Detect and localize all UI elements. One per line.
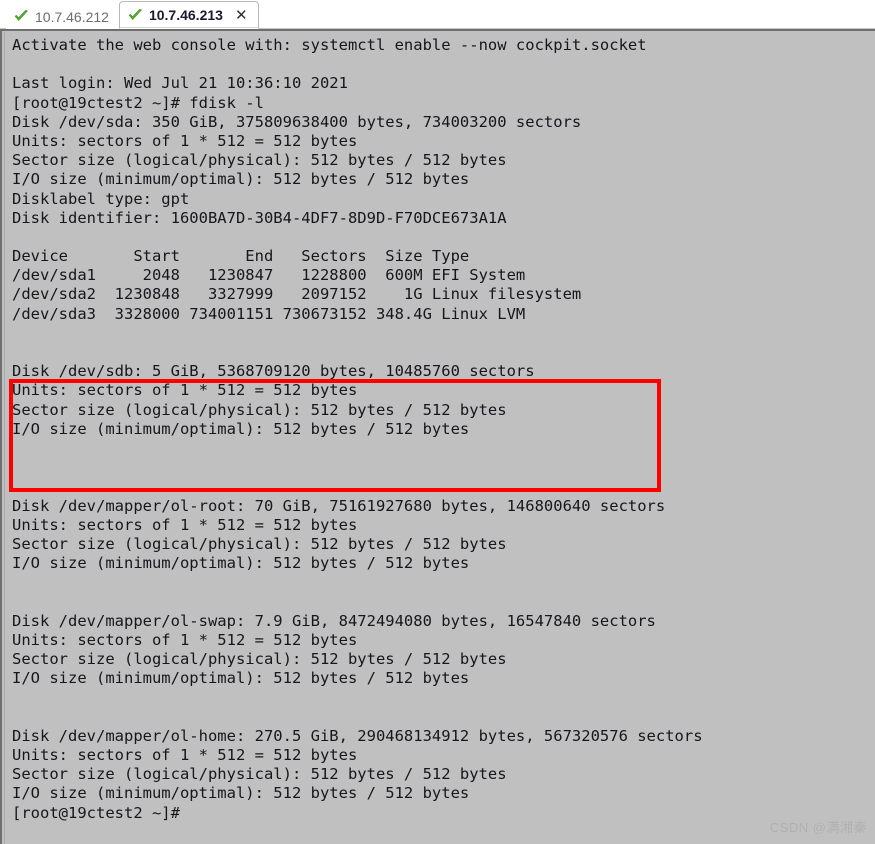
green-check-icon — [128, 8, 143, 22]
terminal-line: Disk /dev/mapper/ol-swap: 7.9 GiB, 84724… — [12, 611, 656, 630]
terminal-output[interactable]: Activate the web console with: systemctl… — [12, 36, 875, 844]
tab-bar: 10.7.46.212 10.7.46.213 ✕ — [0, 0, 875, 29]
tab-label: 10.7.46.212 — [35, 8, 109, 25]
green-check-icon — [14, 10, 29, 23]
terminal-line: Units: sectors of 1 * 512 = 512 bytes — [12, 745, 358, 764]
terminal-line: Units: sectors of 1 * 512 = 512 bytes — [12, 131, 358, 150]
terminal-line: Disk /dev/mapper/ol-home: 270.5 GiB, 290… — [12, 726, 703, 745]
terminal-panel: Activate the web console with: systemctl… — [0, 29, 875, 844]
terminal-line: Sector size (logical/physical): 512 byte… — [12, 534, 507, 553]
close-icon[interactable]: ✕ — [235, 8, 248, 23]
terminal-line: Units: sectors of 1 * 512 = 512 bytes — [12, 381, 358, 400]
terminal-line: I/O size (minimum/optimal): 512 bytes / … — [12, 170, 470, 189]
terminal-line: /dev/sda2 1230848 3327999 2097152 1G Lin… — [12, 285, 582, 304]
terminal-line: I/O size (minimum/optimal): 512 bytes / … — [12, 419, 470, 438]
terminal-line: Units: sectors of 1 * 512 = 512 bytes — [12, 630, 358, 649]
watermark: CSDN @满湘秦 — [769, 820, 867, 835]
terminal-line: Device Start End Sectors Size Type — [12, 247, 470, 266]
terminal-inner-frame: Activate the web console with: systemctl… — [4, 32, 875, 844]
terminal-line: I/O size (minimum/optimal): 512 bytes / … — [12, 784, 470, 803]
terminal-application-window: 10.7.46.212 10.7.46.213 ✕ Activate the w… — [0, 0, 875, 844]
terminal-line: Sector size (logical/physical): 512 byte… — [12, 765, 507, 784]
terminal-line: Disk identifier: 1600BA7D-30B4-4DF7-8D9D… — [12, 208, 507, 227]
terminal-line: Disk /dev/mapper/ol-root: 70 GiB, 751619… — [12, 496, 666, 515]
terminal-line: /dev/sda3 3328000 734001151 730673152 34… — [12, 304, 526, 323]
terminal-line: Last login: Wed Jul 21 10:36:10 2021 — [12, 74, 348, 93]
terminal-line: I/O size (minimum/optimal): 512 bytes / … — [12, 554, 470, 573]
terminal-line: Sector size (logical/physical): 512 byte… — [12, 151, 507, 170]
tab-label: 10.7.46.213 — [148, 7, 223, 23]
terminal-line: Activate the web console with: systemctl… — [12, 36, 647, 54]
tab-10-7-46-213[interactable]: 10.7.46.213 ✕ — [118, 1, 259, 29]
terminal-line: Disk /dev/sda: 350 GiB, 375809638400 byt… — [12, 112, 582, 131]
terminal-line: /dev/sda1 2048 1230847 1228800 600M EFI … — [12, 266, 526, 285]
terminal-line: Disklabel type: gpt — [12, 189, 190, 208]
terminal-line: Sector size (logical/physical): 512 byte… — [12, 400, 507, 419]
terminal-line: [root@19ctest2 ~]# — [12, 803, 180, 822]
terminal-line: Units: sectors of 1 * 512 = 512 bytes — [12, 515, 358, 534]
tab-10-7-46-212[interactable]: 10.7.46.212 — [6, 4, 119, 29]
terminal-line: I/O size (minimum/optimal): 512 bytes / … — [12, 669, 470, 688]
terminal-line: Disk /dev/sdb: 5 GiB, 5368709120 bytes, … — [12, 362, 535, 381]
terminal-line: [root@19ctest2 ~]# fdisk -l — [12, 93, 264, 112]
terminal-line: Sector size (logical/physical): 512 byte… — [12, 650, 507, 668]
